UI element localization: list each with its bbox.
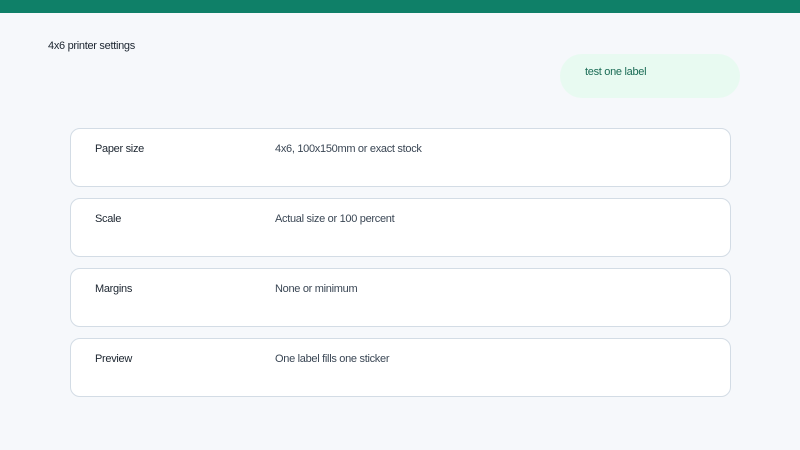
setting-label: Preview	[95, 353, 133, 365]
setting-value: None or minimum	[275, 283, 358, 295]
setting-value: 4x6, 100x150mm or exact stock	[275, 143, 422, 155]
setting-row-preview: Preview One label fills one sticker	[70, 338, 731, 397]
page-title: 4x6 printer settings	[48, 40, 135, 52]
setting-row-margins: Margins None or minimum	[70, 268, 731, 327]
setting-label: Margins	[95, 283, 133, 295]
setting-label: Paper size	[95, 143, 144, 155]
setting-row-paper-size: Paper size 4x6, 100x150mm or exact stock	[70, 128, 731, 187]
settings-list: Paper size 4x6, 100x150mm or exact stock…	[70, 128, 731, 408]
test-one-label-button[interactable]: test one label	[560, 54, 740, 98]
setting-row-scale: Scale Actual size or 100 percent	[70, 198, 731, 257]
top-accent-bar	[0, 0, 800, 13]
setting-label: Scale	[95, 213, 122, 225]
setting-value: Actual size or 100 percent	[275, 213, 395, 225]
setting-value: One label fills one sticker	[275, 353, 390, 365]
